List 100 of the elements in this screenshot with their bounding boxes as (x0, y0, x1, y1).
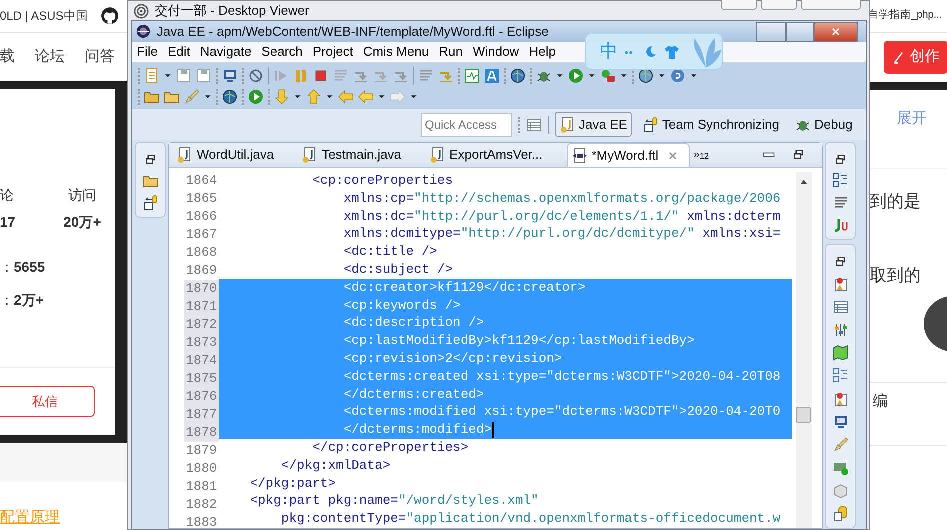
menu-item[interactable]: Window (468, 41, 524, 63)
message-button[interactable]: 私信 (0, 386, 95, 418)
person-icon[interactable] (832, 391, 848, 407)
chart-icon[interactable] (464, 68, 480, 84)
table-icon[interactable] (832, 299, 848, 315)
line-number: 1873 (184, 334, 219, 352)
menu-item[interactable]: Run (434, 41, 468, 63)
line-number: 1878 (184, 424, 219, 442)
coin-icon[interactable] (670, 68, 686, 84)
open-perspective-icon[interactable] (526, 116, 542, 133)
line-number: 1868 (185, 244, 218, 262)
globe-icon[interactable] (638, 68, 654, 84)
line-number: 1871 (184, 298, 219, 316)
run-icon[interactable] (568, 68, 584, 84)
menu-item[interactable]: Cmis Menu (358, 41, 434, 63)
stat-value: 20万+ (64, 212, 102, 232)
person-icon[interactable] (832, 276, 848, 292)
rank-value: 2万+ (14, 290, 44, 310)
shirt-icon[interactable] (664, 44, 680, 60)
code-line: xmlns:dcmitype="http://purl.org/dc/dcmitype/" xmlns:xsi= (342, 225, 782, 244)
restore-icon[interactable] (144, 153, 158, 167)
nav-link[interactable]: 载 (0, 46, 15, 68)
globe-icon[interactable] (222, 88, 238, 105)
perspective-button[interactable]: Team Synchronizing (638, 112, 784, 138)
line-number: 1874 (184, 352, 219, 370)
list-icon[interactable] (832, 368, 848, 384)
monitor-icon[interactable] (222, 68, 238, 84)
toolbox-icon[interactable] (600, 68, 616, 84)
code-line: xmlns:cp="http://schemas.openxmlformats.org/package/2006 (342, 190, 782, 208)
editor-tab[interactable]: WordUtil.java (173, 143, 298, 167)
menu-item[interactable]: Project (308, 41, 358, 63)
no-entry-icon[interactable] (248, 68, 264, 84)
menu-item[interactable]: Navigate (195, 41, 257, 63)
line-number: 1866 (185, 208, 218, 226)
stop-icon[interactable] (313, 68, 329, 84)
quick-access-field[interactable]: Quick Access (421, 112, 512, 137)
letter-icon[interactable] (484, 68, 500, 84)
tab-overflow[interactable]: »$_{12}$ (690, 143, 713, 167)
restore-icon[interactable] (834, 153, 848, 167)
document-icon[interactable] (832, 195, 848, 211)
line-number: 1882 (185, 496, 218, 514)
minimize-button[interactable] (756, 22, 786, 42)
maximize-icon[interactable] (792, 148, 806, 162)
close-icon (830, 26, 842, 38)
ju-icon[interactable] (832, 217, 848, 233)
code-line: </pkg:xmlData> (280, 456, 392, 475)
menu-item[interactable]: Search (256, 41, 308, 63)
code-line: <dc:title /> (342, 243, 438, 261)
code-line: xmlns:dc="http://purl.org/dc/elements/1.1/" xmlns:dcterm (342, 208, 782, 226)
code-line: </pkg:part> (249, 474, 338, 492)
perspective-button[interactable]: Debug (790, 112, 858, 138)
line-number: 1880 (185, 460, 218, 478)
close-button[interactable] (814, 22, 858, 42)
app-icon (134, 4, 149, 18)
sync-icon[interactable] (142, 195, 158, 211)
editor-tab[interactable]: Testmain.java (298, 143, 426, 167)
sliders-icon[interactable] (832, 322, 848, 338)
pen-icon (892, 50, 906, 66)
line-number: 1881 (185, 478, 218, 496)
window-title: 交付一部 - Desktop Viewer (155, 2, 310, 20)
site-title: 0LD | ASUS中国 (0, 8, 88, 25)
save-all-icon[interactable] (196, 68, 212, 84)
github-icon[interactable] (101, 6, 119, 25)
rank-value: 5655 (14, 258, 46, 277)
stat-value: 17 (0, 212, 16, 232)
file-icon (302, 147, 318, 163)
map-icon[interactable] (832, 345, 848, 361)
moon-icon[interactable] (644, 44, 658, 58)
line-number: 1867 (185, 226, 218, 244)
brush-icon[interactable] (832, 437, 848, 453)
stat-label: 访问 (68, 186, 96, 205)
create-button[interactable]: 创作 (884, 41, 947, 74)
nav-link[interactable]: 论坛 (35, 46, 65, 68)
rank-label: ： (0, 258, 14, 277)
editor-tab[interactable]: ExportAmsVer... (426, 143, 567, 167)
stat-label: 论 (0, 186, 14, 205)
restore-icon[interactable] (834, 255, 848, 269)
code-line: <dc:subject /> (342, 260, 454, 279)
box-icon[interactable] (832, 483, 848, 499)
run-icon[interactable] (248, 88, 264, 105)
line-number: 1877 (184, 406, 219, 424)
menu-item[interactable]: Help (524, 41, 561, 63)
nav-link[interactable]: 问答 (85, 46, 115, 68)
monitor-icon[interactable] (832, 414, 848, 430)
perspective-button[interactable]: Java EE (555, 112, 632, 138)
line-number: 1864 (185, 172, 218, 190)
file-icon (572, 148, 588, 164)
text-fragment: 编 (873, 393, 888, 410)
file-icon (430, 147, 446, 163)
maximize-button[interactable] (786, 22, 814, 42)
editor-tab[interactable]: *MyWord.ftl (566, 143, 690, 167)
menu-item[interactable]: Edit (162, 41, 196, 63)
scrollbar-thumb[interactable] (796, 407, 811, 423)
outline-icon[interactable] (832, 173, 848, 189)
menu-item[interactable]: File (132, 41, 163, 63)
ime-mode: 中 (600, 40, 618, 63)
database-icon[interactable] (832, 506, 848, 522)
terminal-icon[interactable] (832, 460, 848, 476)
close-icon[interactable] (666, 150, 679, 162)
globe-icon[interactable] (510, 68, 526, 84)
